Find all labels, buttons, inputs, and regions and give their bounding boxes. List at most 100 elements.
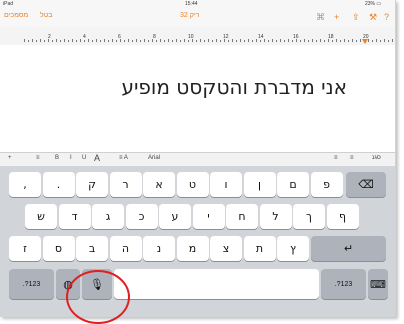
key[interactable]: כ [125, 204, 158, 229]
format-right-item[interactable]: ≡ [334, 155, 338, 161]
ruler-tick [356, 40, 357, 42]
key[interactable]: ק [76, 172, 108, 197]
ruler-tick [204, 40, 205, 42]
document-area[interactable]: אני מדברת והטקסט מופיע [0, 45, 395, 155]
ruler-tick [284, 40, 285, 42]
key[interactable]: ף [326, 204, 359, 229]
ruler-tick [300, 40, 301, 42]
format-bar: + ≡ B I U A ≡ A Arial ≡ ≡ סגנ [0, 152, 395, 167]
documents-button[interactable]: מסמכים [4, 12, 28, 19]
key[interactable]: א [143, 172, 175, 197]
ruler-tick [384, 39, 385, 42]
key[interactable]: ר [109, 172, 142, 197]
key[interactable]: ש [25, 204, 57, 229]
key[interactable]: ב [76, 236, 108, 261]
ruler-tick [336, 39, 337, 42]
ruler-number: 4 [83, 34, 86, 40]
ruler-tick [208, 39, 209, 42]
ruler-tick [216, 39, 217, 42]
ruler-tick [312, 39, 313, 42]
ruler-number: 6 [118, 34, 121, 40]
ruler-tick [188, 40, 189, 42]
ruler-tick [280, 39, 281, 42]
ruler-tick [348, 40, 349, 42]
space-key[interactable] [114, 269, 319, 299]
ruler-tick [324, 40, 325, 42]
help-icon[interactable]: ? [384, 12, 389, 22]
key[interactable]: ד [58, 204, 91, 229]
wrench-icon[interactable]: ⚒ [369, 12, 377, 23]
ruler-tick [332, 40, 333, 42]
key[interactable]: ע [159, 204, 191, 229]
key[interactable]: ה [109, 236, 142, 261]
ruler-tick [164, 40, 165, 42]
return-key[interactable]: ↵ [311, 236, 386, 261]
ruler-tick [68, 40, 69, 42]
key[interactable]: ל [259, 204, 292, 229]
ruler-number: 16 [293, 34, 299, 40]
ruler-tick [376, 39, 377, 42]
hide-keyboard-key[interactable]: ⌨ [368, 269, 388, 299]
ruler-tick [100, 40, 101, 42]
key[interactable]: פ [310, 172, 343, 197]
battery: 23% ▭ [365, 1, 382, 7]
ruler-number: 2 [48, 34, 51, 40]
ruler-tick [156, 40, 157, 42]
format-right-item[interactable]: סגנ [372, 155, 381, 161]
ruler-tick [388, 40, 389, 42]
format-item[interactable]: I [70, 155, 72, 161]
key[interactable]: ט [176, 172, 209, 197]
format-item[interactable]: U [82, 155, 86, 161]
brush-icon[interactable]: ⌘ [316, 12, 325, 23]
ruler-tick [268, 40, 269, 42]
ruler-tick [344, 39, 345, 42]
format-item[interactable]: Arial [148, 155, 160, 161]
ruler-tick [44, 40, 45, 42]
key[interactable]: מ [176, 236, 209, 261]
ruler-tick [24, 39, 25, 42]
tab-marker[interactable] [362, 39, 368, 44]
ruler-tick [380, 40, 381, 42]
document-title[interactable]: ריק 32 [180, 12, 199, 19]
key[interactable]: צ [210, 236, 242, 261]
key[interactable]: . [42, 172, 75, 197]
numbers-key[interactable]: .?123 [9, 269, 54, 299]
key[interactable]: ח [226, 204, 258, 229]
delete-key[interactable]: ⌫ [346, 172, 386, 197]
key[interactable]: ך [293, 204, 325, 229]
key[interactable]: ג [92, 204, 124, 229]
ruler-tick [288, 39, 289, 42]
ruler-tick [60, 40, 61, 42]
format-item[interactable]: ≡ A [119, 155, 128, 161]
ruler-tick [116, 40, 117, 42]
key[interactable]: ס [42, 236, 75, 261]
document-text[interactable]: אני מדברת והטקסט מופיע [121, 75, 347, 99]
ruler-tick [136, 39, 137, 42]
key[interactable]: ם [277, 172, 309, 197]
ruler-tick [176, 39, 177, 42]
key[interactable]: ז [9, 236, 41, 261]
format-item[interactable]: A [94, 153, 100, 163]
cancel-button[interactable]: בטל [40, 12, 52, 19]
key[interactable]: ן [243, 172, 276, 197]
share-icon[interactable]: ⇪ [352, 12, 360, 23]
format-item[interactable]: B [55, 155, 59, 161]
ruler-tick [236, 40, 237, 42]
format-item[interactable]: + [8, 155, 12, 161]
key[interactable]: , [9, 172, 41, 197]
key[interactable]: ץ [277, 236, 309, 261]
key[interactable]: ת [243, 236, 276, 261]
numbers-key[interactable]: .?123 [321, 269, 366, 299]
ruler-tick [148, 40, 149, 42]
key[interactable]: ו [210, 172, 242, 197]
ruler-tick [104, 39, 105, 42]
ruler-tick [212, 40, 213, 42]
app-window: iPad 15:44 23% ▭ מסמכים בטל ריק 32 ⌘ + ⇪… [0, 0, 396, 317]
key[interactable]: י [192, 204, 225, 229]
ruler[interactable]: 2 4 6 8 10 12 14 16 18 20 [0, 27, 395, 46]
format-item[interactable]: ≡ [36, 155, 40, 161]
key[interactable]: נ [143, 236, 175, 261]
ruler-tick [124, 40, 125, 42]
format-right-item[interactable]: ≡ [350, 155, 354, 161]
plus-icon[interactable]: + [334, 12, 339, 22]
